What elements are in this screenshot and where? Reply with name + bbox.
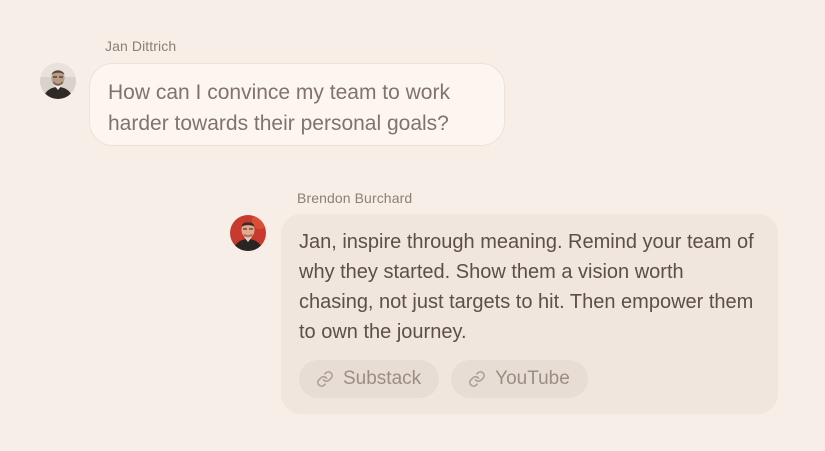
message-author-name: Jan Dittrich (105, 38, 177, 54)
link-icon (468, 370, 486, 388)
user-avatar-icon (40, 63, 76, 99)
assistant-message-text: Jan, inspire through meaning. Remind you… (299, 231, 754, 343)
user-message-text: How can I convince my team to work harde… (108, 81, 450, 135)
source-links: Substack YouTube (299, 360, 760, 398)
user-message-bubble: How can I convince my team to work harde… (89, 63, 505, 146)
source-link-label: Substack (343, 368, 422, 389)
source-link-substack[interactable]: Substack (299, 360, 440, 398)
assistant-avatar-icon (230, 215, 266, 251)
source-link-youtube[interactable]: YouTube (451, 360, 588, 398)
link-icon (316, 370, 334, 388)
source-link-label: YouTube (495, 368, 570, 389)
assistant-message-bubble: Jan, inspire through meaning. Remind you… (281, 214, 778, 414)
message-author-name: Brendon Burchard (297, 190, 413, 206)
